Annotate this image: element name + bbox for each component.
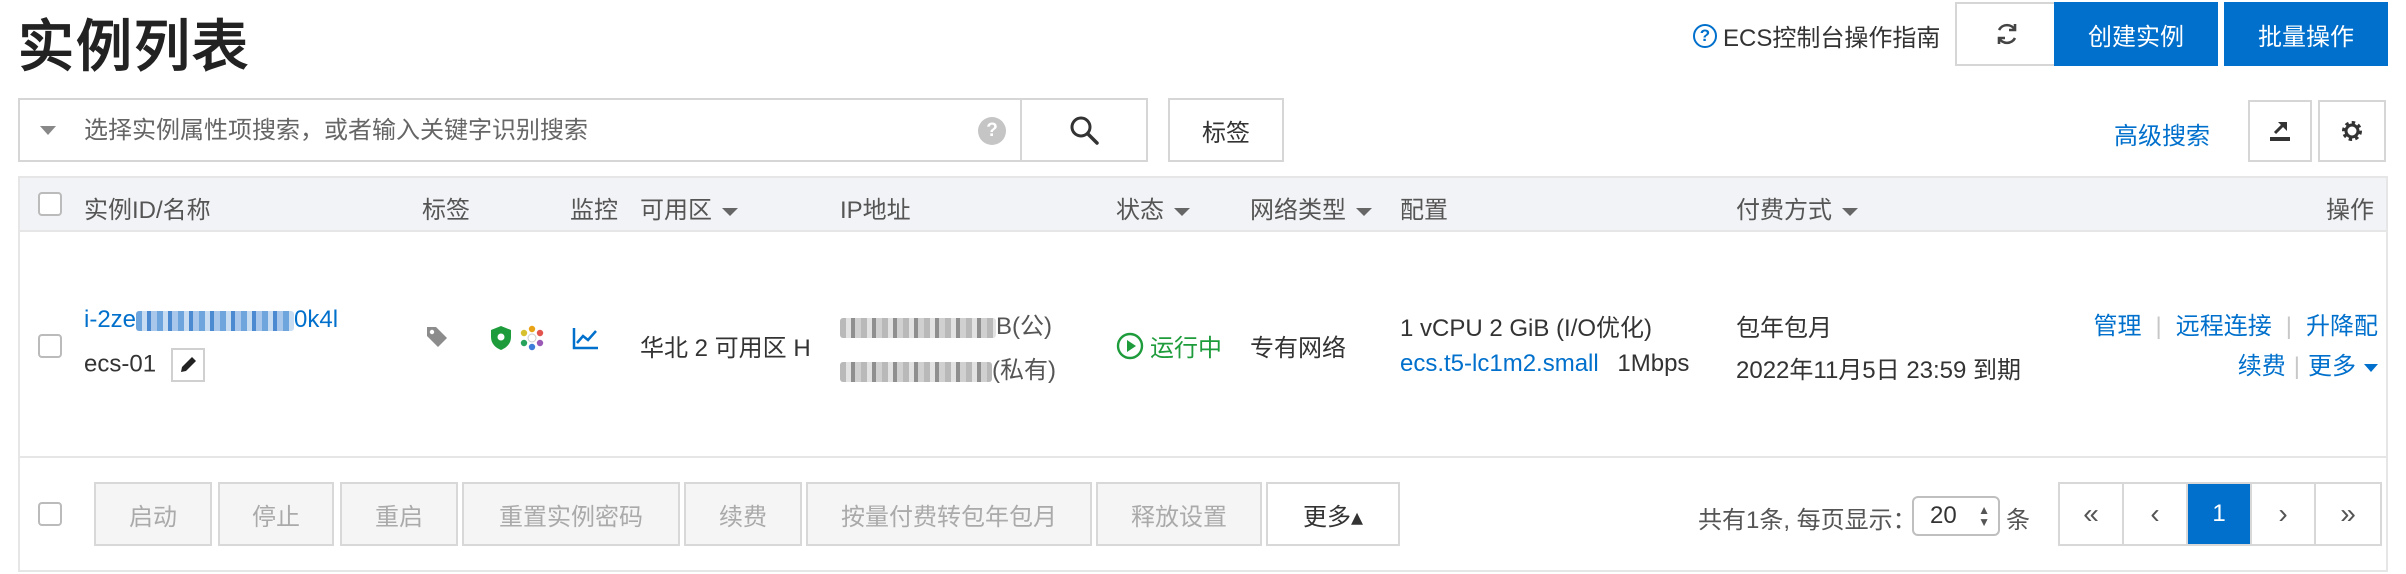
manage-link[interactable]: 管理: [2094, 313, 2142, 340]
config-spec: 1 vCPU 2 GiB (I/O优化): [1400, 315, 1653, 342]
restart-button[interactable]: 重启: [340, 482, 458, 546]
chevron-down-icon: [2364, 363, 2378, 372]
gear-icon: [2342, 121, 2362, 141]
bandwidth: 1Mbps: [1617, 350, 1690, 377]
redacted-private-ip: [840, 361, 992, 382]
filter-dropdown-icon[interactable]: [40, 126, 56, 135]
table-footer: 启动 停止 重启 重置实例密码 续费 按量付费转包年包月 释放设置 更多▴ 共有…: [20, 460, 2386, 570]
row-actions-line2: 续费 | 更多: [2238, 346, 2378, 381]
pencil-icon[interactable]: [170, 348, 205, 382]
more-actions-link[interactable]: 更多: [2308, 353, 2378, 380]
console-guide-link[interactable]: ? ECS控制台操作指南: [1693, 18, 1940, 53]
first-page-button[interactable]: «: [2060, 484, 2124, 544]
zone-value: 华北 2 可用区 H: [640, 335, 811, 362]
sort-caret-icon: [1356, 207, 1372, 216]
renew-button[interactable]: 续费: [684, 482, 802, 546]
monitor-chart-icon[interactable]: [572, 326, 600, 357]
network-type: 专有网络: [1250, 335, 1346, 362]
search-button[interactable]: [1020, 98, 1148, 162]
instance-id-link[interactable]: i-2ze 0k4l: [84, 306, 338, 334]
search-bar[interactable]: ?: [18, 98, 1022, 162]
reset-password-button[interactable]: 重置实例密码: [462, 482, 680, 546]
stepper-icon: ▲ ▼: [1978, 503, 1990, 529]
instance-name: ecs-01: [84, 348, 205, 382]
table-header: 实例ID/名称 标签 监控 可用区 IP地址 状态 网络类型 配置 付费方式 操…: [20, 178, 2386, 232]
column-tags: 标签: [422, 197, 470, 224]
column-network[interactable]: 网络类型: [1250, 190, 1372, 225]
convert-billing-button[interactable]: 按量付费转包年包月: [806, 482, 1092, 546]
batch-operation-button[interactable]: 批量操作: [2224, 2, 2388, 66]
advanced-search-link[interactable]: 高级搜索: [2114, 116, 2210, 151]
export-icon: [2270, 121, 2290, 141]
page-size-unit: 条: [2006, 507, 2030, 534]
column-instance-id: 实例ID/名称: [84, 197, 211, 224]
public-ip: B(公): [840, 306, 1052, 341]
refresh-button[interactable]: [1955, 2, 2059, 66]
select-all-checkbox[interactable]: [38, 192, 62, 216]
start-button[interactable]: 启动: [94, 482, 212, 546]
settings-button[interactable]: [2318, 100, 2386, 162]
column-actions: 操作: [2326, 197, 2374, 224]
page-title: 实例列表: [18, 15, 250, 78]
status-running: 运行中: [1116, 328, 1222, 363]
config-detail: ecs.t5-lc1m2.small 1Mbps: [1400, 350, 1689, 378]
column-zone[interactable]: 可用区: [640, 190, 738, 225]
instance-type-link[interactable]: ecs.t5-lc1m2.small: [1400, 350, 1599, 377]
redacted-id: [136, 310, 295, 331]
pagination: « ‹ 1 › »: [2058, 482, 2382, 546]
sort-caret-icon: [1842, 207, 1858, 216]
tag-icon[interactable]: [422, 322, 452, 359]
private-ip: (私有): [840, 350, 1056, 385]
search-icon: [1070, 116, 1099, 145]
stop-button[interactable]: 停止: [218, 482, 334, 546]
help-circle-icon: ?: [1693, 23, 1717, 48]
next-page-button[interactable]: ›: [2252, 484, 2316, 544]
total-count-text: 共有1条, 每页显示：: [1698, 507, 1917, 534]
pay-type: 包年包月: [1736, 315, 1832, 342]
redacted-public-ip: [840, 317, 996, 338]
row-checkbox[interactable]: [38, 334, 62, 358]
question-mark-icon[interactable]: ?: [978, 117, 1006, 145]
release-settings-button[interactable]: 释放设置: [1096, 482, 1262, 546]
console-guide-label: ECS控制台操作指南: [1723, 25, 1941, 52]
footer-select-all-checkbox[interactable]: [38, 502, 62, 526]
tag-filter-button[interactable]: 标签: [1168, 98, 1284, 162]
page-size-select[interactable]: 20 ▲ ▼: [1912, 496, 2000, 536]
sort-caret-icon: [1174, 207, 1190, 216]
column-status[interactable]: 状态: [1116, 190, 1190, 225]
table-row: i-2ze 0k4l ecs-01 华北 2 可用区 H B(公) (私有) 运…: [20, 234, 2386, 458]
instance-table: 实例ID/名称 标签 监控 可用区 IP地址 状态 网络类型 配置 付费方式 操…: [18, 176, 2388, 572]
more-button[interactable]: 更多▴: [1266, 482, 1400, 546]
prev-page-button[interactable]: ‹: [2124, 484, 2188, 544]
security-shield-icon[interactable]: [488, 324, 514, 359]
play-circle-icon: [1116, 332, 1144, 359]
column-config: 配置: [1400, 197, 1448, 224]
column-pay-type[interactable]: 付费方式: [1736, 190, 1858, 225]
create-instance-button[interactable]: 创建实例: [2054, 2, 2218, 66]
search-input[interactable]: [84, 112, 964, 150]
column-ip: IP地址: [840, 197, 911, 224]
export-button[interactable]: [2248, 100, 2312, 162]
expire-time: 2022年11月5日 23:59 到期: [1736, 357, 2022, 384]
row-actions-line1: 管理 | 远程连接 | 升降配: [2093, 313, 2378, 340]
renew-link[interactable]: 续费: [2238, 353, 2286, 380]
cloud-assistant-icon[interactable]: [518, 324, 546, 359]
column-monitor: 监控: [570, 197, 618, 224]
last-page-button[interactable]: »: [2316, 484, 2380, 544]
remote-connect-link[interactable]: 远程连接: [2176, 313, 2272, 340]
upgrade-link[interactable]: 升降配: [2306, 313, 2378, 340]
sort-caret-icon: [722, 207, 738, 216]
refresh-icon: [1997, 23, 2017, 45]
page-1-button[interactable]: 1: [2188, 484, 2252, 544]
